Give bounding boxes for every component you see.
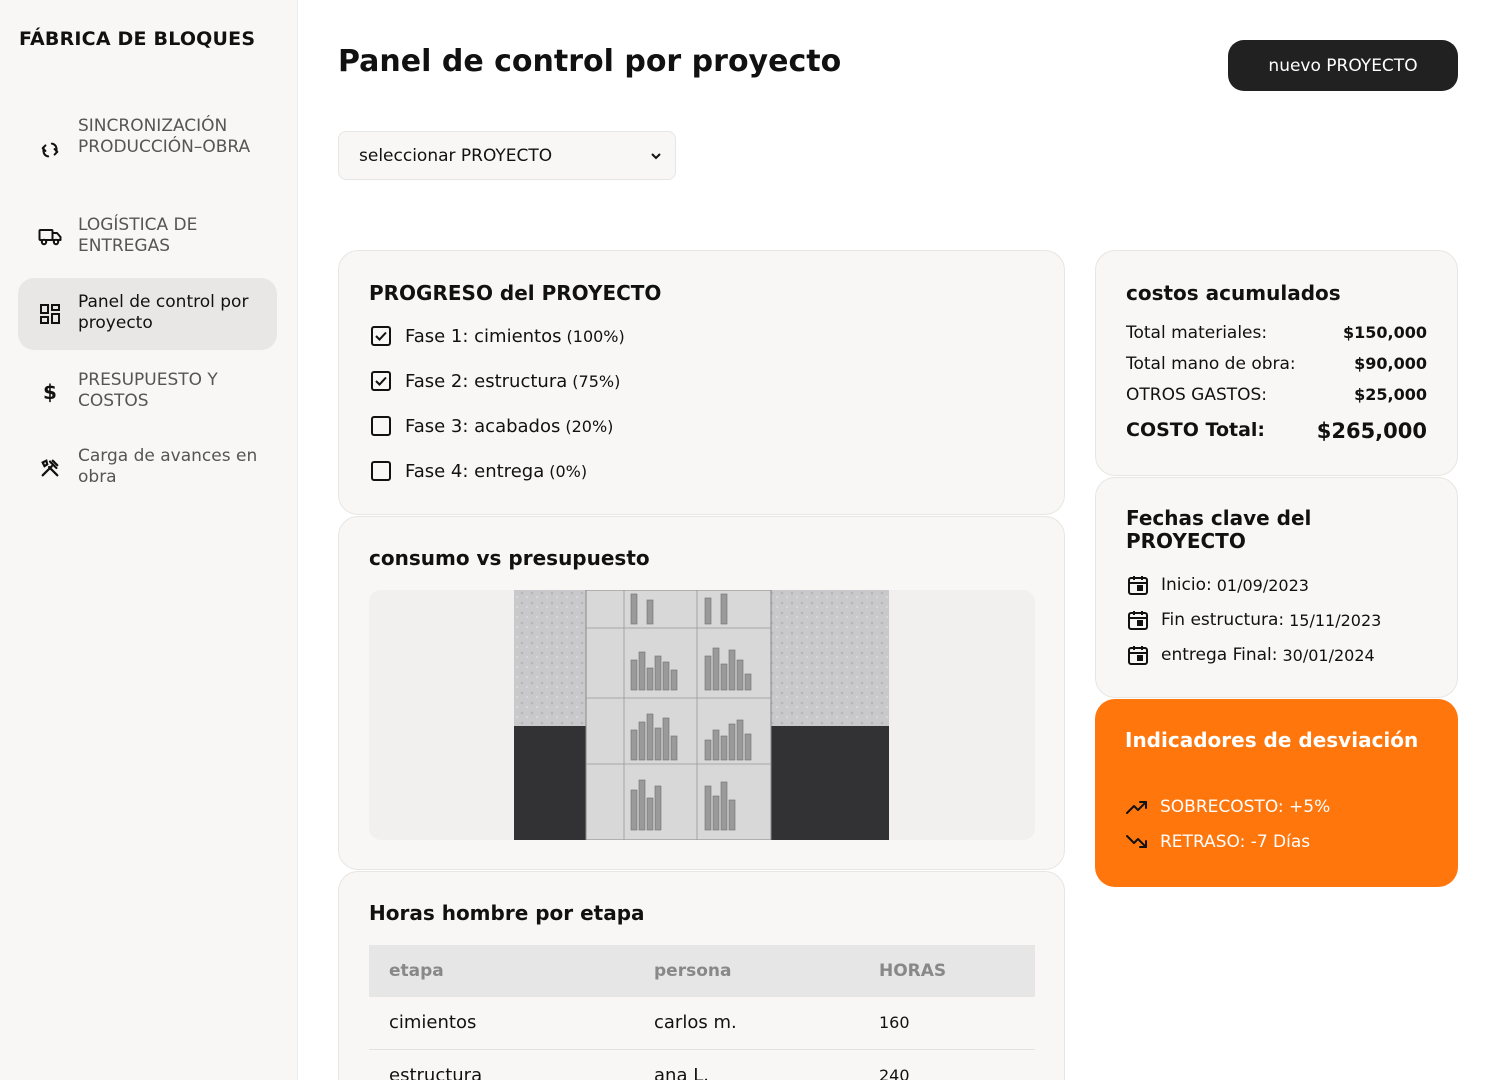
- phase-name: Fase 3: acabados: [405, 415, 561, 437]
- cell-persona: carlos m.: [634, 997, 859, 1050]
- cell-etapa: estructura: [369, 1049, 634, 1080]
- date-row: Fin estructura: 15/11/2023: [1126, 609, 1381, 631]
- sidebar-item-presupuesto[interactable]: $ PRESUPUESTO Y COSTOS: [18, 364, 277, 420]
- consumo-photo: [514, 590, 889, 840]
- table-row[interactable]: estructura ana L. 240: [369, 1049, 1035, 1080]
- phase-name: Fase 2: estructura: [405, 370, 568, 392]
- deviation-row: SOBRECOSTO: +5%: [1125, 797, 1330, 817]
- deviation-label: RETRASO: -7 Días: [1160, 832, 1311, 852]
- sidebar-item-label: Panel de control por proyecto: [78, 292, 249, 333]
- column-header[interactable]: etapa: [369, 945, 634, 997]
- project-select-value: seleccionar PROYECTO: [359, 145, 553, 166]
- sidebar-item-panel-control[interactable]: Panel de control por proyecto: [18, 278, 277, 350]
- calendar-icon: [1126, 644, 1150, 666]
- cost-row: Total mano de obra: $90,000: [1126, 354, 1427, 374]
- sidebar-item-logistica[interactable]: LOGÍSTICA DE ENTREGAS: [18, 208, 277, 264]
- table-header-row: etapa persona HORAS: [369, 945, 1035, 997]
- date-row: Inicio: 01/09/2023: [1126, 574, 1309, 596]
- table-row[interactable]: cimientos carlos m. 160: [369, 997, 1035, 1050]
- cost-row: Total materiales: $150,000: [1126, 323, 1427, 343]
- phase-item: Fase 3: acabados (20%): [370, 415, 613, 437]
- cost-value: $25,000: [1354, 385, 1427, 404]
- progress-title: PROGRESO del PROYECTO: [369, 281, 662, 305]
- progress-card: PROGRESO del PROYECTO Fase 1: cimientos …: [338, 250, 1065, 515]
- phase-name: Fase 4: entrega: [405, 460, 545, 482]
- consumo-chart-frame: [369, 590, 1035, 840]
- dates-card: Fechas clave del PROYECTO Inicio: 01/09/…: [1095, 477, 1458, 698]
- brand-logo: FÁBRICA DE BLOQUES: [19, 28, 256, 50]
- hours-title: Horas hombre por etapa: [369, 901, 645, 925]
- phase-pct: (0%): [549, 461, 588, 481]
- date-value: 15/11/2023: [1289, 610, 1382, 630]
- date-label: Inicio:: [1161, 575, 1212, 595]
- cost-label: Total materiales:: [1126, 323, 1268, 343]
- dates-title: Fechas clave del PROYECTO: [1126, 506, 1312, 553]
- cell-horas: 240: [859, 1049, 1035, 1080]
- date-value: 30/01/2024: [1282, 645, 1375, 665]
- consumo-card: consumo vs presupuesto: [338, 516, 1065, 870]
- checkbox-unchecked[interactable]: [370, 460, 392, 482]
- checkbox-checked[interactable]: [370, 370, 392, 392]
- phase-pct: (75%): [572, 371, 621, 391]
- sidebar-item-carga-avances[interactable]: Carga de avances en obra: [18, 440, 277, 496]
- date-label: entrega Final:: [1161, 645, 1278, 665]
- trend-down-icon: [1125, 834, 1149, 850]
- cost-total-value: $265,000: [1316, 419, 1427, 443]
- column-header[interactable]: persona: [634, 945, 859, 997]
- cost-total-row: COSTO Total: $265,000: [1126, 419, 1427, 443]
- project-select[interactable]: seleccionar PROYECTO: [338, 131, 676, 180]
- sidebar: FÁBRICA DE BLOQUES SINCRONIZACIÓN PRODUC…: [0, 0, 298, 1080]
- checkbox-unchecked[interactable]: [370, 415, 392, 437]
- costs-title: costos acumulados: [1126, 281, 1341, 305]
- sidebar-item-label: SINCRONIZACIÓN PRODUCCIÓN–OBRA: [78, 116, 251, 157]
- costs-card: costos acumulados Total materiales: $150…: [1095, 250, 1458, 476]
- sidebar-item-label: LOGÍSTICA DE ENTREGAS: [78, 215, 198, 256]
- tools-icon: [38, 456, 62, 480]
- calendar-icon: [1126, 574, 1150, 596]
- sidebar-item-label: PRESUPUESTO Y COSTOS: [78, 370, 218, 411]
- calendar-icon: [1126, 609, 1150, 631]
- sync-icon: [38, 138, 62, 162]
- column-header[interactable]: HORAS: [859, 945, 1035, 997]
- dollar-icon: $: [43, 380, 57, 404]
- phase-name: Fase 1: cimientos: [405, 325, 562, 347]
- hours-card: Horas hombre por etapa etapa persona HOR…: [338, 871, 1065, 1080]
- phase-pct: (20%): [565, 416, 614, 436]
- checkbox-checked[interactable]: [370, 325, 392, 347]
- date-row: entrega Final: 30/01/2024: [1126, 644, 1375, 666]
- cost-label: OTROS GASTOS:: [1126, 385, 1268, 405]
- truck-icon: [38, 224, 62, 248]
- deviation-card: Indicadores de desviación SOBRECOSTO: +5…: [1095, 699, 1458, 887]
- phase-item: Fase 1: cimientos (100%): [370, 325, 625, 347]
- cell-horas: 160: [859, 997, 1035, 1050]
- cost-total-label: COSTO Total:: [1126, 419, 1266, 441]
- phase-item: Fase 4: entrega (0%): [370, 460, 587, 482]
- chevron-down-icon: [649, 148, 663, 168]
- phase-pct: (100%): [566, 326, 625, 346]
- phase-item: Fase 2: estructura (75%): [370, 370, 620, 392]
- deviation-title: Indicadores de desviación: [1125, 728, 1419, 752]
- cost-row: OTROS GASTOS: $25,000: [1126, 385, 1427, 405]
- new-project-button[interactable]: nuevo PROYECTO: [1228, 40, 1458, 91]
- trend-up-icon: [1125, 799, 1149, 815]
- hours-table: etapa persona HORAS cimientos carlos m. …: [369, 945, 1035, 1080]
- date-value: 01/09/2023: [1216, 575, 1309, 595]
- dashboard-icon: [38, 302, 62, 326]
- cost-label: Total mano de obra:: [1126, 354, 1296, 374]
- cell-etapa: cimientos: [369, 997, 634, 1050]
- deviation-row: RETRASO: -7 Días: [1125, 832, 1310, 852]
- deviation-label: SOBRECOSTO: +5%: [1160, 797, 1331, 817]
- sidebar-item-sincronizacion[interactable]: SINCRONIZACIÓN PRODUCCIÓN–OBRA: [18, 112, 277, 188]
- page-title: Panel de control por proyecto: [338, 44, 842, 79]
- sidebar-item-label: Carga de avances en obra: [78, 446, 258, 487]
- consumo-title: consumo vs presupuesto: [369, 546, 650, 570]
- cell-persona: ana L.: [634, 1049, 859, 1080]
- cost-value: $90,000: [1354, 354, 1427, 373]
- date-label: Fin estructura:: [1161, 610, 1285, 630]
- cost-value: $150,000: [1342, 323, 1427, 342]
